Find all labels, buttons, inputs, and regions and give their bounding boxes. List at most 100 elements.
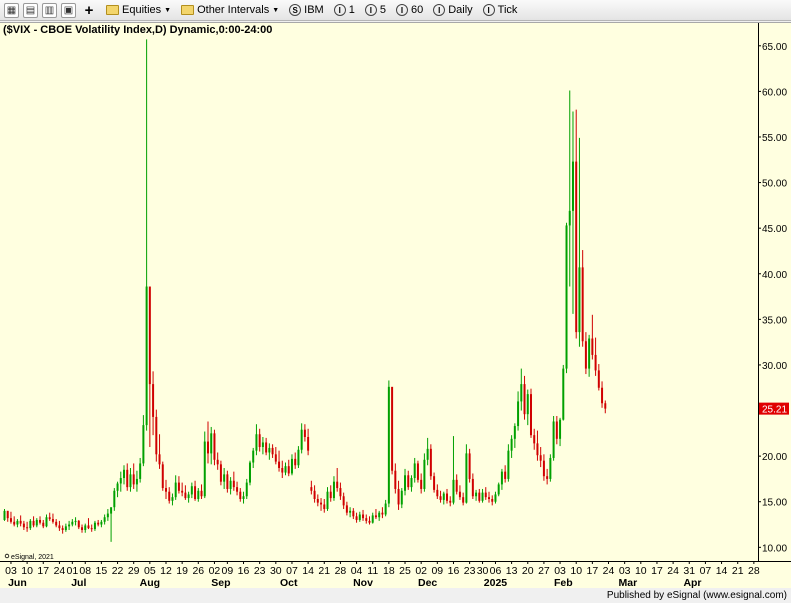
candle-body bbox=[13, 521, 16, 525]
y-tick-label: 55.00 bbox=[762, 133, 787, 144]
interval-daily-button[interactable]: I Daily bbox=[429, 1, 476, 20]
x-tick-label: 14 bbox=[716, 565, 728, 577]
candle-body bbox=[22, 523, 25, 528]
interval-tick-label: Tick bbox=[497, 4, 518, 16]
candle-body bbox=[597, 370, 600, 388]
candle-body bbox=[581, 267, 584, 342]
candle-body bbox=[358, 514, 361, 520]
folder-icon bbox=[106, 5, 119, 15]
candle-body bbox=[507, 450, 510, 479]
candle-body bbox=[145, 286, 148, 426]
candle-body bbox=[61, 528, 64, 530]
candle-body bbox=[265, 442, 268, 453]
candle-body bbox=[81, 527, 84, 530]
chart-properties-icon[interactable]: ▤ bbox=[23, 2, 38, 18]
interval-icon: I bbox=[364, 4, 377, 16]
interval-60-button[interactable]: I 60 bbox=[392, 1, 427, 20]
candle-body bbox=[252, 450, 255, 463]
candle-body bbox=[446, 493, 449, 501]
other-intervals-menu-button[interactable]: Other Intervals ▼ bbox=[177, 1, 283, 20]
candle-body bbox=[404, 475, 407, 491]
last-price-label: 25.21 bbox=[762, 405, 787, 416]
candle-body bbox=[184, 492, 187, 499]
y-tick-label: 45.00 bbox=[762, 224, 787, 235]
candle-body bbox=[575, 161, 578, 333]
candle-body bbox=[591, 338, 594, 355]
candle-body bbox=[194, 486, 197, 499]
candle-body bbox=[219, 464, 222, 482]
x-tick-label: 10 bbox=[635, 565, 647, 577]
symbol-label: IBM bbox=[304, 4, 324, 16]
candlestick-chart[interactable]: ($VIX - CBOE Volatility Index,D) Dynamic… bbox=[0, 23, 791, 589]
candle-body bbox=[400, 490, 403, 505]
candle-body bbox=[148, 286, 151, 385]
candle-body bbox=[177, 482, 180, 491]
symbol-button[interactable]: S IBM bbox=[285, 1, 328, 20]
x-tick-label: 30 bbox=[477, 565, 489, 577]
candle-body bbox=[378, 512, 381, 518]
interval-5-button[interactable]: I 5 bbox=[361, 1, 390, 20]
candle-body bbox=[471, 478, 474, 497]
x-tick-label: 07 bbox=[700, 565, 712, 577]
x-tick-label: 21 bbox=[318, 565, 330, 577]
candle-body bbox=[523, 384, 526, 415]
x-tick-label: 24 bbox=[667, 565, 679, 577]
candle-body bbox=[316, 498, 319, 503]
candle-body bbox=[436, 489, 439, 497]
x-tick-label: 03 bbox=[619, 565, 631, 577]
x-tick-label: 22 bbox=[112, 565, 124, 577]
y-tick-label: 60.00 bbox=[762, 87, 787, 98]
candle-body bbox=[584, 341, 587, 369]
candle-body bbox=[494, 494, 497, 502]
candle-body bbox=[229, 480, 232, 489]
candle-body bbox=[533, 435, 536, 444]
candle-body bbox=[77, 520, 80, 528]
candle-body bbox=[68, 524, 71, 527]
x-tick-label: 19 bbox=[176, 565, 188, 577]
x-tick-label: 23 bbox=[254, 565, 266, 577]
candle-body bbox=[29, 520, 32, 529]
x-tick-label: 26 bbox=[192, 565, 204, 577]
x-tick-label: 28 bbox=[335, 565, 347, 577]
x-tick-label: 17 bbox=[651, 565, 663, 577]
candle-body bbox=[462, 497, 465, 503]
x-tick-label: 13 bbox=[506, 565, 518, 577]
x-tick-label: 10 bbox=[21, 565, 33, 577]
candle-body bbox=[9, 518, 12, 522]
candle-body bbox=[132, 474, 135, 485]
add-icon[interactable]: + bbox=[82, 2, 96, 19]
candle-body bbox=[339, 488, 342, 497]
candle-body bbox=[116, 483, 119, 491]
x-tick-label: 24 bbox=[54, 565, 66, 577]
y-tick-label: 35.00 bbox=[762, 315, 787, 326]
candle-body bbox=[326, 491, 329, 510]
candle-body bbox=[110, 507, 113, 514]
x-tick-label: 03 bbox=[5, 565, 17, 577]
candle-body bbox=[297, 449, 300, 466]
chart-title: ($VIX - CBOE Volatility Index,D) Dynamic… bbox=[3, 24, 272, 36]
page-layout-icon[interactable]: ▥ bbox=[42, 2, 57, 18]
candle-body bbox=[35, 519, 38, 526]
save-page-icon[interactable]: ▣ bbox=[61, 2, 76, 18]
candle-body bbox=[294, 458, 297, 466]
candle-body bbox=[491, 498, 494, 502]
candle-body bbox=[449, 500, 452, 503]
x-tick-label: 09 bbox=[222, 565, 234, 577]
interval-icon: I bbox=[433, 4, 446, 16]
candle-body bbox=[55, 521, 58, 526]
candle-body bbox=[594, 354, 597, 371]
candle-body bbox=[281, 467, 284, 473]
candle-body bbox=[565, 225, 568, 369]
candle-body bbox=[210, 433, 213, 454]
x-tick-label: 18 bbox=[383, 565, 395, 577]
chart-panel[interactable]: ($VIX - CBOE Volatility Index,D) Dynamic… bbox=[0, 22, 791, 589]
interval-1-button[interactable]: I 1 bbox=[330, 1, 359, 20]
x-tick-label: 16 bbox=[238, 565, 250, 577]
equities-menu-button[interactable]: Equities ▼ bbox=[102, 1, 175, 20]
x-tick-label: 20 bbox=[522, 565, 534, 577]
candle-body bbox=[342, 496, 345, 506]
interval-tick-button[interactable]: I Tick bbox=[479, 1, 522, 20]
candle-body bbox=[284, 466, 287, 473]
new-chart-icon[interactable]: ▦ bbox=[4, 2, 19, 18]
candle-body bbox=[433, 476, 436, 490]
